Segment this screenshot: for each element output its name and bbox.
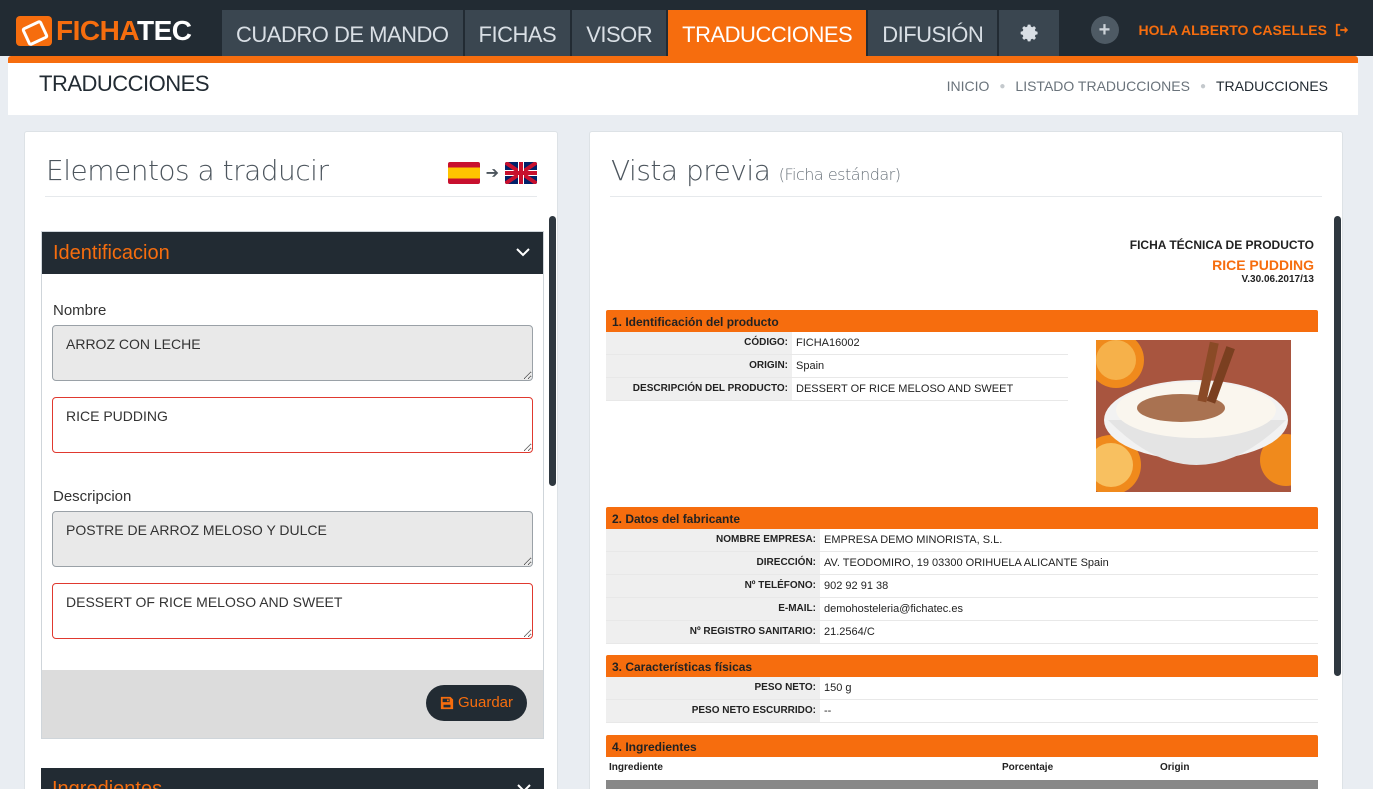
section-title: Identificacion xyxy=(53,242,170,264)
main-nav: CUADRO DE MANDO FICHAS VISOR TRADUCCIONE… xyxy=(222,10,1060,56)
tab-cuadro-de-mando[interactable]: CUADRO DE MANDO xyxy=(222,10,463,56)
translation-panel: Elementos a traducir ➔ Identificacion No… xyxy=(24,131,558,789)
gear-icon xyxy=(1020,24,1038,42)
divider xyxy=(45,196,537,197)
logo-icon xyxy=(16,16,52,46)
page-header: TRADUCCIONES INICIO ● LISTADO TRADUCCION… xyxy=(8,63,1358,115)
scrollbar[interactable] xyxy=(549,216,556,486)
section-header[interactable]: Ingredientes xyxy=(41,768,544,789)
settings-tab[interactable] xyxy=(999,10,1060,56)
breadcrumb-inicio[interactable]: INICIO xyxy=(947,78,990,94)
section-footer: Guardar xyxy=(42,670,543,738)
table-row: Nº TELÉFONO: 902 92 91 38 xyxy=(606,575,1318,598)
table-row: NOMBRE EMPRESA: EMPRESA DEMO MINORISTA, … xyxy=(606,529,1318,552)
user-menu[interactable]: HOLA ALBERTO CASELLES xyxy=(1139,22,1350,38)
chevron-down-icon[interactable] xyxy=(515,246,531,258)
section-title: Ingredientes xyxy=(52,778,163,789)
product-name: RICE PUDDING xyxy=(1212,257,1314,273)
section-bar-ingredientes: 4. Ingredientes xyxy=(606,735,1318,757)
doc-title: FICHA TÉCNICA DE PRODUCTO xyxy=(1129,238,1314,252)
table-row: ORIGIN: Spain xyxy=(606,355,1068,378)
breadcrumb: INICIO ● LISTADO TRADUCCIONES ● TRADUCCI… xyxy=(947,78,1328,94)
logout-icon[interactable] xyxy=(1335,23,1349,37)
table-row: CÓDIGO: FICHA16002 xyxy=(606,332,1068,355)
divider xyxy=(610,196,1322,197)
table-row: DESCRIPCIÓN DEL PRODUCTO: DESSERT OF RIC… xyxy=(606,378,1068,401)
breadcrumb-listado-traducciones[interactable]: LISTADO TRADUCCIONES xyxy=(1015,78,1190,94)
product-photo xyxy=(1096,340,1291,492)
uk-flag-icon xyxy=(505,162,537,184)
section-bar-identificacion: 1. Identificación del producto xyxy=(606,310,1318,332)
section-ingredientes: Ingredientes xyxy=(41,768,544,789)
table-row: E-MAIL: demohosteleria@fichatec.es xyxy=(606,598,1318,621)
language-pair: ➔ xyxy=(447,162,537,184)
save-button[interactable]: Guardar xyxy=(425,685,527,721)
translation-descripcion-field[interactable]: DESSERT OF RICE MELOSO AND SWEET xyxy=(52,583,533,639)
breadcrumb-separator: ● xyxy=(1199,80,1206,92)
doc-version: V.30.06.2017/13 xyxy=(1241,274,1314,285)
user-greeting: HOLA ALBERTO CASELLES xyxy=(1138,22,1328,38)
arrow-right-icon: ➔ xyxy=(485,165,499,182)
field-label-nombre: Nombre xyxy=(53,302,107,319)
tab-difusion[interactable]: DIFUSIÓN xyxy=(868,10,998,56)
app-logo[interactable]: FICHATEC xyxy=(16,14,192,48)
ingredients-group-row xyxy=(606,780,1318,789)
spain-flag-icon xyxy=(447,162,480,184)
preview-heading: Vista previa (Ficha estándar) xyxy=(611,154,901,187)
column-header: Ingrediente xyxy=(609,762,663,773)
section-body: Nombre ARROZ CON LECHE RICE PUDDING Desc… xyxy=(42,274,543,670)
plus-icon[interactable]: + xyxy=(1090,16,1119,44)
top-navbar: FICHATEC CUADRO DE MANDO FICHAS VISOR TR… xyxy=(0,0,1373,56)
column-header: Origin xyxy=(1160,762,1190,773)
preview-subheading: (Ficha estándar) xyxy=(778,165,901,184)
accent-line xyxy=(8,56,1358,63)
panel-heading: Elementos a traducir xyxy=(46,154,329,187)
tab-visor[interactable]: VISOR xyxy=(572,10,667,56)
save-icon xyxy=(440,696,454,710)
table-row: DIRECCIÓN: AV. TEODOMIRO, 19 03300 ORIHU… xyxy=(606,552,1318,575)
translation-nombre-field[interactable]: RICE PUDDING xyxy=(52,397,533,453)
column-header: Porcentaje xyxy=(1002,762,1054,773)
scrollbar[interactable] xyxy=(1334,216,1341,676)
section-bar-fabricante: 2. Datos del fabricante xyxy=(606,507,1318,529)
breadcrumb-separator: ● xyxy=(999,80,1006,92)
chevron-down-icon[interactable] xyxy=(516,782,532,789)
section-identificacion: Identificacion Nombre ARROZ CON LECHE RI… xyxy=(41,231,544,739)
section-header[interactable]: Identificacion xyxy=(42,232,543,274)
tab-traducciones[interactable]: TRADUCCIONES xyxy=(668,10,867,56)
source-descripcion-field[interactable]: POSTRE DE ARROZ MELOSO Y DULCE xyxy=(52,511,533,567)
ingredients-header: Ingrediente Porcentaje Origin xyxy=(606,762,1318,780)
table-row: PESO NETO: 150 g xyxy=(606,677,1318,700)
preview-panel: Vista previa (Ficha estándar) FICHA TÉCN… xyxy=(589,131,1343,789)
logo-text: FICHATEC xyxy=(56,15,192,46)
source-nombre-field[interactable]: ARROZ CON LECHE xyxy=(52,325,533,381)
table-row: PESO NETO ESCURRIDO: -- xyxy=(606,700,1318,723)
field-label-descripcion: Descripcion xyxy=(53,488,132,505)
user-area: + HOLA ALBERTO CASELLES xyxy=(1090,16,1350,44)
breadcrumb-current: TRADUCCIONES xyxy=(1215,78,1328,94)
page-title: TRADUCCIONES xyxy=(39,71,210,96)
table-row: Nº REGISTRO SANITARIO: 21.2564/C xyxy=(606,621,1318,644)
tab-fichas[interactable]: FICHAS xyxy=(464,10,571,56)
section-bar-caracteristicas: 3. Características físicas xyxy=(606,655,1318,677)
save-label: Guardar xyxy=(457,694,513,711)
